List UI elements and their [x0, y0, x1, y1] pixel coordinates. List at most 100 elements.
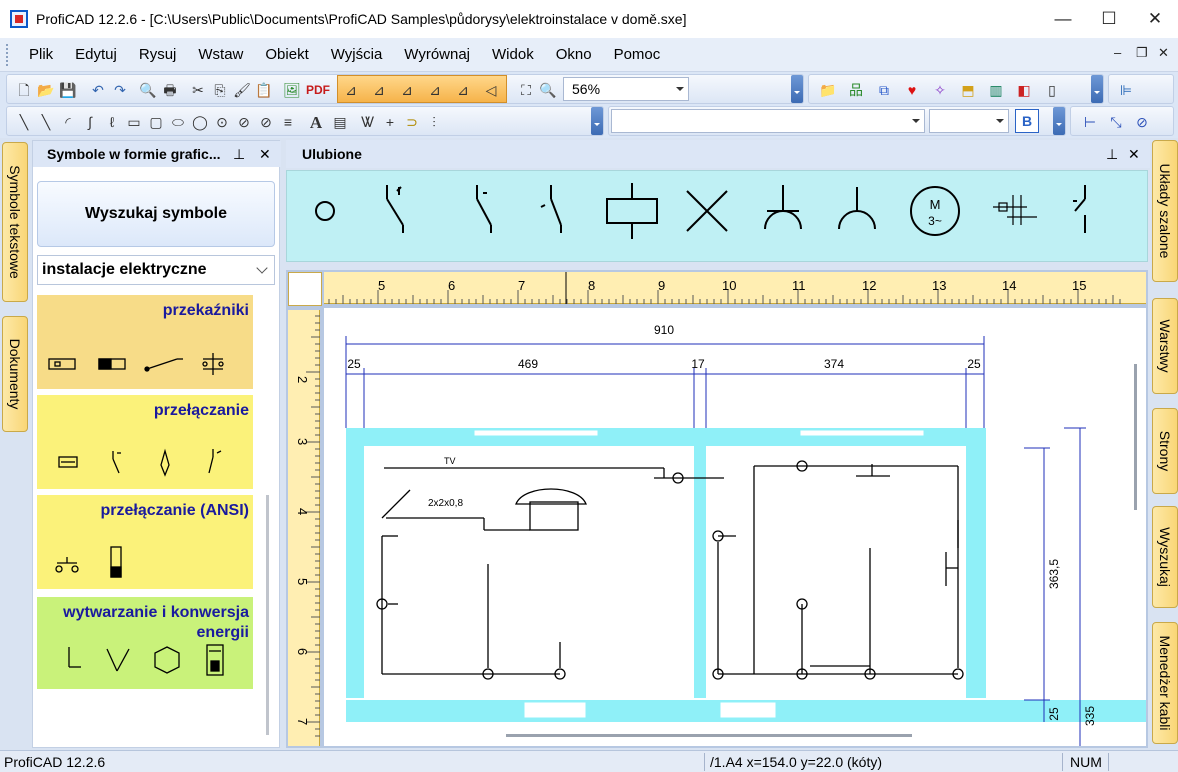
tab-strony[interactable]: Strony	[1152, 408, 1178, 494]
category-card-switching[interactable]: przełączanie	[37, 395, 253, 489]
circle-dot-icon[interactable]: ⊙	[213, 113, 231, 131]
maximize-button[interactable]: ☐	[1086, 0, 1132, 38]
category-card-relays[interactable]: przekaźniki	[37, 295, 253, 389]
ellipse-icon[interactable]: ⬭	[169, 113, 187, 131]
fav-symbol-switch-4[interactable]	[1073, 185, 1086, 233]
tab-uklady-szalone[interactable]: Układy szalone	[1152, 140, 1178, 282]
close-window-button[interactable]: ✕	[1132, 0, 1178, 38]
align-right-icon[interactable]: ⊿	[370, 81, 388, 99]
font-name-combo[interactable]	[611, 109, 925, 133]
toolbar-overflow-button[interactable]	[591, 107, 603, 135]
menu-wyrownaj[interactable]: Wyrównaj	[393, 38, 481, 72]
category-card-switching-ansi[interactable]: przełączanie (ANSI)	[37, 495, 253, 589]
mdi-minimize-button[interactable]: –	[1114, 45, 1121, 60]
folder-icon[interactable]: 📁	[819, 81, 837, 99]
menu-wstaw[interactable]: Wstaw	[187, 38, 254, 72]
menu-rysuj[interactable]: Rysuj	[128, 38, 188, 72]
menu-pomoc[interactable]: Pomoc	[603, 38, 672, 72]
favorites-heart-icon[interactable]: ♥	[903, 81, 921, 99]
font-size-combo[interactable]	[929, 109, 1009, 133]
bezier-icon[interactable]: ℓ	[103, 113, 121, 131]
tree-icon[interactable]: 品	[847, 81, 865, 99]
close-icon[interactable]: ✕	[1128, 140, 1140, 168]
tab-warstwy[interactable]: Warstwy	[1152, 298, 1178, 394]
align-grid-icon[interactable]: ⊫	[1117, 81, 1135, 99]
dimension-horizontal-icon[interactable]: ⊢	[1081, 113, 1099, 131]
fav-symbol-switch-2[interactable]	[476, 185, 492, 233]
component-icon[interactable]: ⬒	[959, 81, 977, 99]
menu-widok[interactable]: Widok	[481, 38, 545, 72]
mdi-restore-button[interactable]: ❐	[1136, 45, 1148, 61]
fav-symbol-socket-earth[interactable]	[764, 185, 802, 230]
mdi-close-button[interactable]: ✕	[1158, 45, 1169, 61]
export-pdf-button[interactable]: PDF	[305, 81, 331, 99]
hatch-icon[interactable]: ≡	[279, 113, 297, 131]
minimize-button[interactable]: —	[1040, 0, 1086, 38]
tab-dokumenty[interactable]: Dokumenty	[2, 316, 28, 432]
line-icon[interactable]: ╲	[15, 113, 33, 131]
wizard-icon[interactable]: ✧	[931, 81, 949, 99]
dimension-diameter-icon[interactable]: ⊘	[1133, 113, 1151, 131]
zoom-combo[interactable]: 56%	[563, 77, 689, 101]
fav-symbol-cross[interactable]	[686, 190, 728, 232]
cut-icon[interactable]: ✂	[189, 81, 207, 99]
wire-icon[interactable]: Ꮤ	[359, 113, 377, 131]
layers-icon[interactable]: ◧	[1015, 81, 1033, 99]
toolbar-overflow-button[interactable]	[1053, 107, 1065, 135]
pin-icon[interactable]: ⊥	[1106, 140, 1118, 168]
fav-symbol-contact[interactable]	[315, 201, 335, 221]
device-icon[interactable]: ▯	[1043, 81, 1061, 99]
bold-button[interactable]: B	[1015, 109, 1039, 133]
drawing-sheet[interactable]: 910 25 469 17 374 25 363,5 25 335 TV 2x2…	[324, 308, 1146, 746]
tab-menedzer-kabli[interactable]: Menedżer kabli	[1152, 622, 1178, 744]
rectangle-icon[interactable]: ▭	[125, 113, 143, 131]
paste-icon[interactable]: 📋	[255, 81, 273, 99]
export-image-icon[interactable]: 🖼	[283, 81, 301, 99]
category-select[interactable]: instalacje elektryczne	[37, 255, 275, 285]
align-top-icon[interactable]: ⊿	[398, 81, 416, 99]
polyline-icon[interactable]: ╲	[37, 113, 55, 131]
close-icon[interactable]: ✕	[259, 141, 271, 167]
circle-icon[interactable]: ◯	[191, 113, 209, 131]
fav-symbol-switch-1[interactable]	[386, 185, 404, 233]
symbol-panel-scrollbar[interactable]	[266, 495, 269, 735]
network-icon[interactable]: ⧉	[875, 81, 893, 99]
tab-symbole-tekstowe[interactable]: Symbole tekstowe	[2, 142, 28, 302]
print-icon[interactable]: 🖶	[161, 81, 179, 99]
search-symbols-button[interactable]: Wyszukaj symbole	[37, 181, 275, 247]
print-preview-icon[interactable]: 🔍	[139, 81, 157, 99]
pin-icon[interactable]: ⊥	[233, 141, 245, 167]
vertical-scrollbar[interactable]	[1134, 364, 1137, 510]
dimension-aligned-icon[interactable]: ⤡	[1107, 113, 1125, 131]
menu-okno[interactable]: Okno	[545, 38, 603, 72]
zoom-fit-icon[interactable]: ⛶	[517, 81, 535, 99]
junction-icon[interactable]: +	[381, 113, 399, 131]
undo-icon[interactable]: ↶	[89, 81, 107, 99]
horizontal-scrollbar[interactable]	[506, 734, 912, 737]
copy-icon[interactable]: ⎘	[211, 81, 229, 99]
menu-obiekt[interactable]: Obiekt	[254, 38, 319, 72]
fav-symbol-circuit-breaker[interactable]	[993, 195, 1037, 225]
curve-icon[interactable]: ∫	[81, 113, 99, 131]
menu-wyjscia[interactable]: Wyjścia	[320, 38, 394, 72]
fav-symbol-coil[interactable]	[606, 183, 658, 239]
menu-edytuj[interactable]: Edytuj	[64, 38, 128, 72]
menu-plik[interactable]: Plik	[18, 38, 64, 72]
text-block-icon[interactable]: ▤	[331, 113, 349, 131]
book-icon[interactable]: ▥	[987, 81, 1005, 99]
rounded-rectangle-icon[interactable]: ▢	[147, 113, 165, 131]
toolbar-overflow-button[interactable]	[791, 75, 803, 103]
no-entry-icon[interactable]: ⊘	[235, 113, 253, 131]
align-left-icon[interactable]: ⊿	[342, 81, 360, 99]
category-card-energy[interactable]: wytwarzanie i konwersja energii	[37, 597, 253, 689]
open-folder-icon[interactable]: 📂	[37, 81, 55, 99]
align-bottom-icon[interactable]: ⊿	[426, 81, 444, 99]
zoom-in-icon[interactable]: 🔍	[539, 81, 557, 99]
arc-icon[interactable]: ◜	[59, 113, 77, 131]
format-painter-icon[interactable]: 🖌	[233, 81, 251, 99]
toolbar-overflow-button[interactable]	[1091, 75, 1103, 103]
save-icon[interactable]: 💾	[59, 81, 77, 99]
align-center-icon[interactable]: ⊿	[454, 81, 472, 99]
cable-icon[interactable]: ⫶	[425, 113, 443, 131]
label-icon[interactable]: ⊃	[403, 113, 421, 131]
